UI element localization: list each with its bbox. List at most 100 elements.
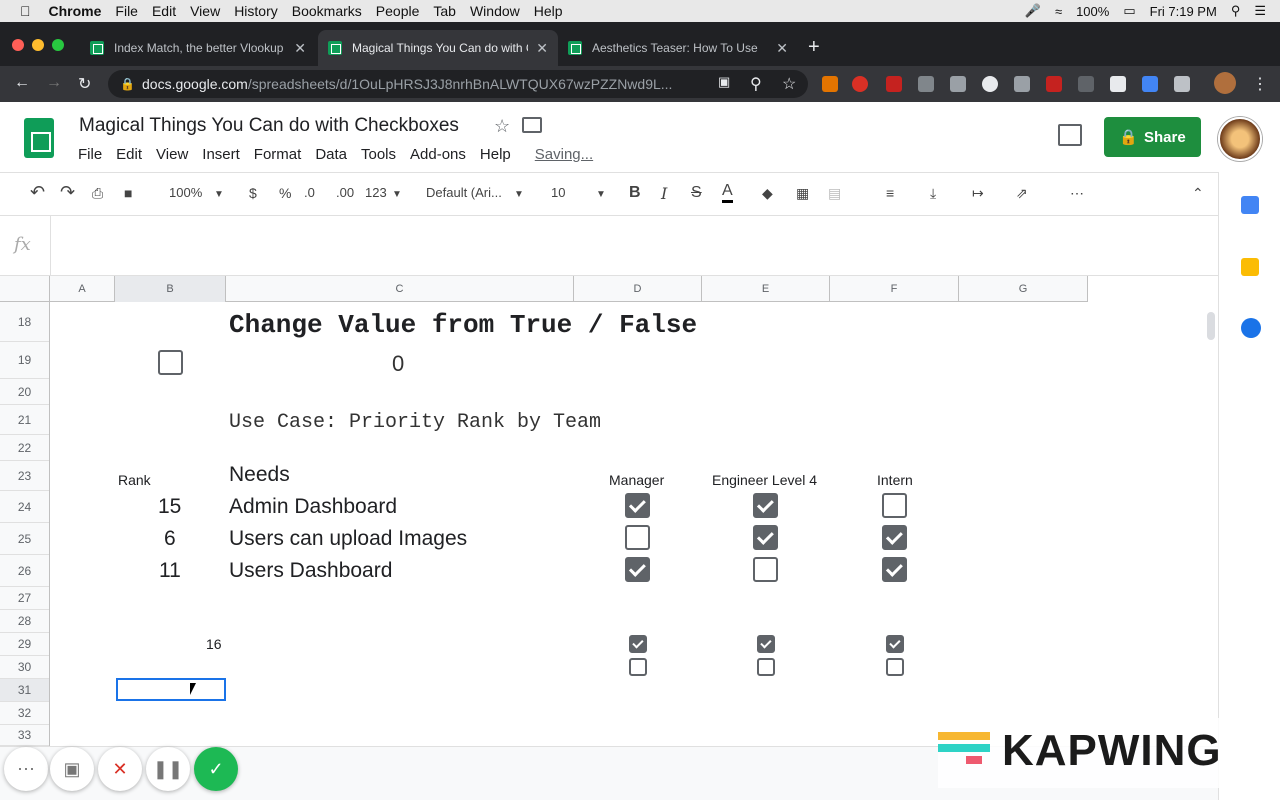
row-header-20[interactable]: 20 xyxy=(0,379,49,405)
text-wrapping-icon[interactable]: ↦ xyxy=(972,185,984,202)
horizontal-align-icon[interactable]: ≡ xyxy=(886,185,894,201)
document-title[interactable]: Magical Things You Can do with Checkboxe… xyxy=(79,115,459,137)
row-header-28[interactable]: 28 xyxy=(0,610,49,633)
pause-recording-button[interactable]: ❚❚ xyxy=(146,747,190,791)
intern-header-cell[interactable]: Intern xyxy=(877,472,913,488)
mac-menu-history[interactable]: History xyxy=(234,3,278,19)
save-status[interactable]: Saving... xyxy=(535,146,593,164)
needs-header-cell[interactable]: Needs xyxy=(229,463,290,487)
extension-icon-11[interactable] xyxy=(1142,76,1158,92)
tasks-icon[interactable] xyxy=(1241,318,1261,338)
manager-checkbox[interactable] xyxy=(625,557,650,582)
formula-input[interactable] xyxy=(60,216,1210,276)
row-header-29[interactable]: 29 xyxy=(0,633,49,656)
column-header-b[interactable]: B xyxy=(115,276,226,302)
apple-icon[interactable]:  xyxy=(20,3,31,19)
row-header-27[interactable]: 27 xyxy=(0,587,49,610)
menu-addons[interactable]: Add-ons xyxy=(410,146,466,164)
menu-tools[interactable]: Tools xyxy=(361,146,396,164)
menu-insert[interactable]: Insert xyxy=(202,146,240,164)
clock[interactable]: Fri 7:19 PM xyxy=(1150,4,1217,19)
extension-icon-7[interactable] xyxy=(1014,76,1030,92)
app-name[interactable]: Chrome xyxy=(49,3,102,19)
mac-menu-people[interactable]: People xyxy=(376,3,420,19)
paint-format-icon[interactable]: ■ xyxy=(124,185,132,201)
chevron-down-icon[interactable]: ▼ xyxy=(214,189,224,200)
currency-button[interactable]: $ xyxy=(249,185,257,201)
battery-percent[interactable]: 100% xyxy=(1076,4,1109,19)
camera-toggle-button[interactable]: ▣ xyxy=(50,747,94,791)
more-options-icon[interactable]: ⋯ xyxy=(1070,185,1084,202)
browser-tab-3[interactable]: Aesthetics Teaser: How To Use ✕ xyxy=(558,30,798,66)
mac-menu-window[interactable]: Window xyxy=(470,3,520,19)
profile-avatar[interactable] xyxy=(1214,72,1236,94)
row-header-19[interactable]: 19 xyxy=(0,342,49,379)
back-arrow-icon[interactable]: ← xyxy=(14,74,30,92)
row-header-18[interactable]: 18 xyxy=(0,302,49,342)
minimize-window-button[interactable] xyxy=(32,39,44,51)
italic-button[interactable]: I xyxy=(661,184,667,203)
bookmark-star-icon[interactable]: ☆ xyxy=(782,74,796,94)
extension-icon-6[interactable] xyxy=(982,76,998,92)
extension-icon-1[interactable] xyxy=(822,76,838,92)
undo-icon[interactable]: ↶ xyxy=(30,182,45,203)
chevron-down-icon[interactable]: ▼ xyxy=(514,189,524,200)
maximize-window-button[interactable] xyxy=(52,39,64,51)
wifi-icon[interactable]: ≈ xyxy=(1055,4,1062,19)
browser-menu-icon[interactable]: ⋮ xyxy=(1252,74,1268,94)
demo-value-cell[interactable]: 0 xyxy=(392,351,404,377)
fill-color-icon[interactable]: ◆ xyxy=(762,185,773,202)
redo-icon[interactable]: ↷ xyxy=(60,182,75,203)
close-tab-icon[interactable]: ✕ xyxy=(294,40,306,57)
need-cell[interactable]: Admin Dashboard xyxy=(229,495,397,519)
close-tab-icon[interactable]: ✕ xyxy=(776,40,788,57)
engineer-header-cell[interactable]: Engineer Level 4 xyxy=(712,472,817,488)
browser-tab-2[interactable]: Magical Things You Can do with Checkboxe… xyxy=(318,30,558,66)
account-avatar[interactable] xyxy=(1218,117,1262,161)
sheets-logo[interactable] xyxy=(24,118,54,158)
mac-menu-help[interactable]: Help xyxy=(534,3,563,19)
microphone-icon[interactable]: 🎤 xyxy=(1025,3,1041,19)
control-center-icon[interactable]: ☰ xyxy=(1254,3,1266,19)
font-size-select[interactable]: 10 xyxy=(551,185,565,200)
column-header-f[interactable]: F xyxy=(830,276,959,302)
row-header-25[interactable]: 25 xyxy=(0,523,49,555)
row-header-33[interactable]: 33 xyxy=(0,725,49,746)
row-header-26[interactable]: 26 xyxy=(0,555,49,587)
zoom-select[interactable]: 100% xyxy=(169,185,202,200)
strikethrough-button[interactable]: S xyxy=(691,184,702,202)
camera-icon[interactable]: ▣ xyxy=(718,74,730,90)
row-header-32[interactable]: 32 xyxy=(0,702,49,725)
decrease-decimals-button[interactable]: .0 xyxy=(304,185,315,200)
mac-menu-tab[interactable]: Tab xyxy=(433,3,456,19)
intern-checkbox[interactable] xyxy=(882,493,907,518)
percent-button[interactable]: % xyxy=(279,185,291,201)
close-tab-icon[interactable]: ✕ xyxy=(536,40,548,57)
intern-small-checkbox[interactable] xyxy=(886,635,904,653)
borders-icon[interactable]: ▦ xyxy=(796,185,809,202)
chevron-down-icon[interactable]: ▼ xyxy=(596,189,606,200)
extension-icon-4[interactable] xyxy=(918,76,934,92)
engineer-small-checkbox[interactable] xyxy=(757,635,775,653)
manager-small-checkbox[interactable] xyxy=(629,635,647,653)
rank-cell[interactable]: 15 xyxy=(158,495,181,519)
menu-data[interactable]: Data xyxy=(315,146,347,164)
font-select[interactable]: Default (Ari... xyxy=(426,185,502,200)
column-header-e[interactable]: E xyxy=(702,276,830,302)
row-header-30[interactable]: 30 xyxy=(0,656,49,679)
row-header-23[interactable]: 23 xyxy=(0,461,49,491)
more-options-button[interactable]: ⋯ xyxy=(4,747,48,791)
rank-cell[interactable]: 11 xyxy=(159,559,181,583)
column-header-c[interactable]: C xyxy=(226,276,574,302)
manager-checkbox[interactable] xyxy=(625,525,650,550)
more-formats-button[interactable]: 123 xyxy=(365,185,387,200)
engineer-small-checkbox[interactable] xyxy=(757,658,775,676)
mac-menu-file[interactable]: File xyxy=(115,3,138,19)
chevron-down-icon[interactable]: ▼ xyxy=(392,189,402,200)
intern-checkbox[interactable] xyxy=(882,525,907,550)
column-header-g[interactable]: G xyxy=(959,276,1088,302)
rank-cell[interactable]: 6 xyxy=(164,527,176,551)
collapse-chevron-icon[interactable]: ⌃ xyxy=(1192,185,1204,202)
zoom-icon[interactable]: ⚲ xyxy=(750,74,762,94)
reload-icon[interactable]: ↻ xyxy=(78,74,91,94)
